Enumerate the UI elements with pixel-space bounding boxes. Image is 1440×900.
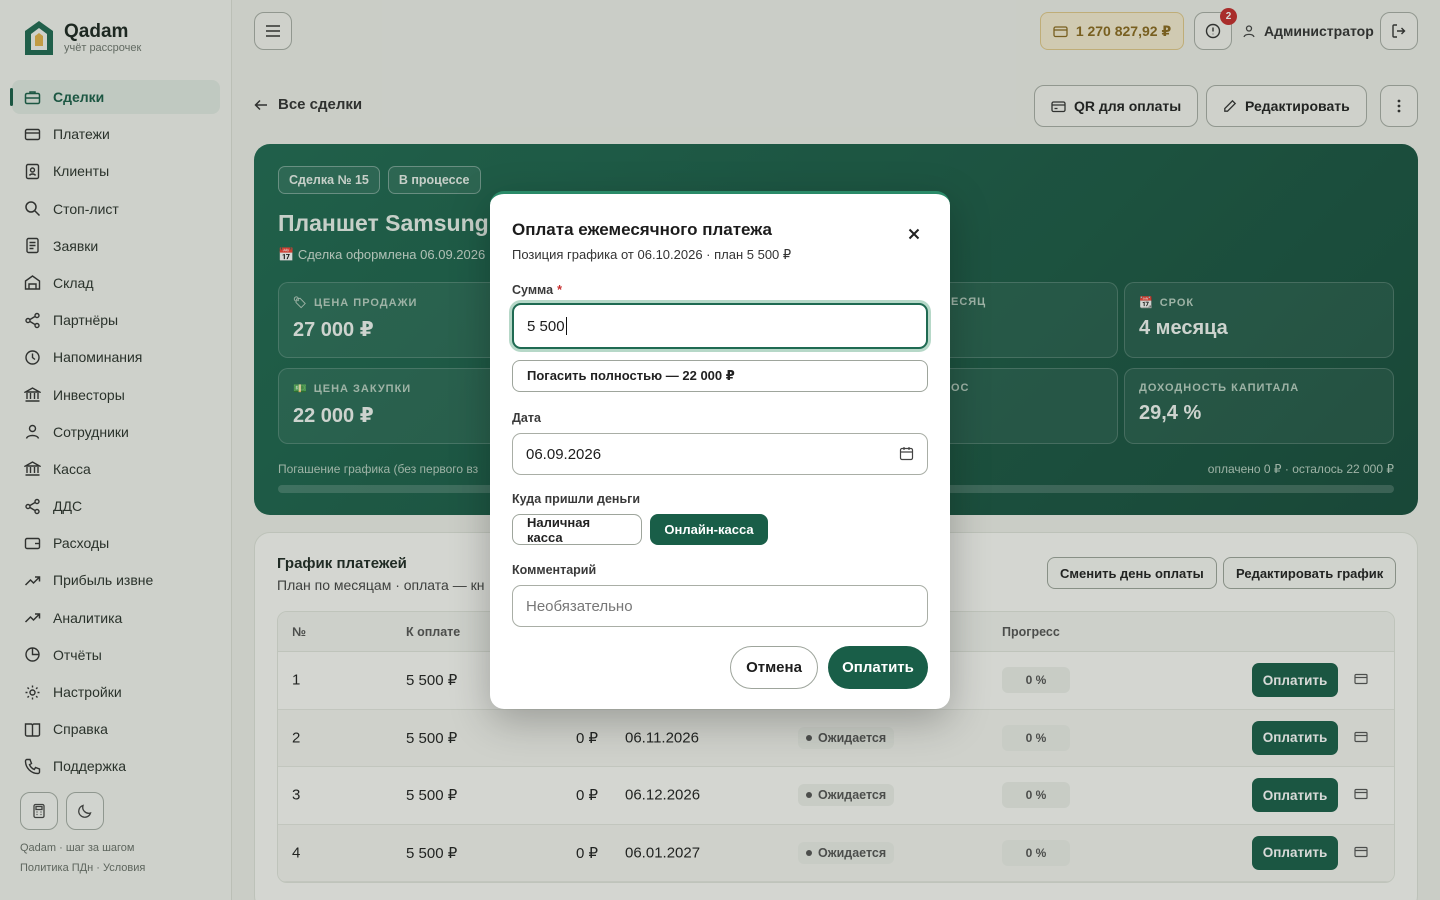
- cancel-button[interactable]: Отмена: [730, 646, 818, 689]
- online-register-option[interactable]: Онлайн-касса: [650, 514, 768, 545]
- submit-payment-button[interactable]: Оплатить: [828, 646, 928, 689]
- modal-title: Оплата ежемесячного платежа: [512, 220, 772, 239]
- date-label: Дата: [512, 411, 541, 425]
- payment-modal: Оплата ежемесячного платежа Позиция граф…: [490, 191, 950, 709]
- date-input[interactable]: 06.09.2026: [512, 433, 928, 475]
- amount-label: Сумма *: [512, 283, 562, 297]
- destination-label: Куда пришли деньги: [512, 492, 641, 506]
- calendar-icon[interactable]: [899, 446, 914, 461]
- modal-subtitle: Позиция графика от 06.10.2026 · план 5 5…: [512, 247, 792, 262]
- cash-register-option[interactable]: Наличная касса: [512, 514, 642, 545]
- date-value: 06.09.2026: [526, 445, 602, 463]
- comment-label: Комментарий: [512, 563, 597, 577]
- close-icon[interactable]: [906, 226, 922, 242]
- comment-input[interactable]: Необязательно: [512, 585, 928, 627]
- required-marker: *: [557, 283, 562, 297]
- amount-value: 5 500: [527, 317, 565, 335]
- comment-placeholder: Необязательно: [526, 597, 633, 615]
- pay-off-fully-button[interactable]: Погасить полностью — 22 000 ₽: [512, 360, 928, 392]
- text-caret: [565, 317, 567, 335]
- amount-input[interactable]: 5 500: [512, 303, 928, 349]
